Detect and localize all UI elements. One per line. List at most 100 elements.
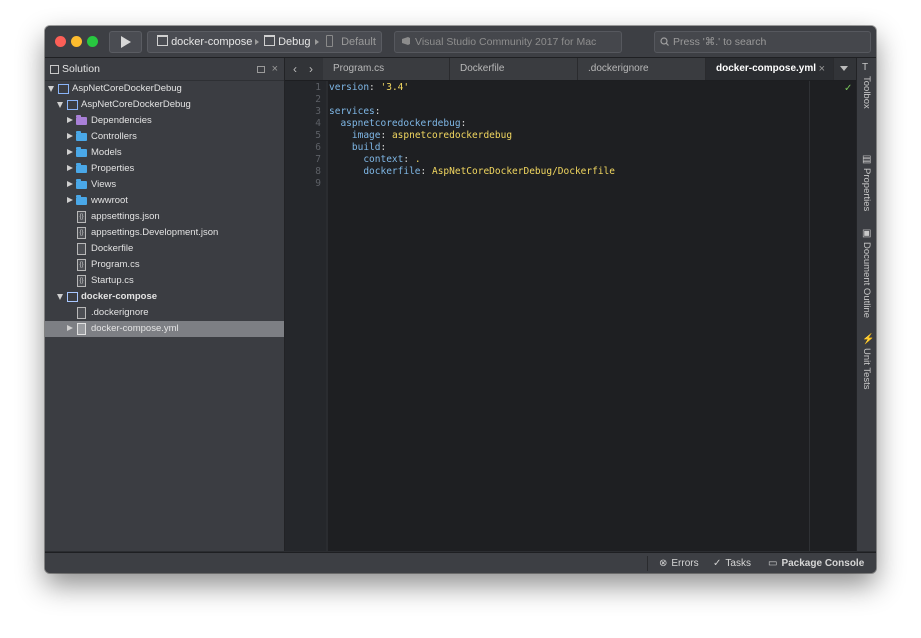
project-icon	[67, 100, 78, 110]
bottom-status-bar: ⊗ Errors ✓ Tasks ▭ Package Console	[45, 552, 876, 573]
yaml-separator: :	[403, 154, 415, 165]
tree-item-appsettings[interactable]: {} appsettings.json	[45, 209, 284, 225]
tree-item-label: Dockerfile	[91, 243, 134, 254]
tree-item-models[interactable]: Models	[45, 145, 284, 161]
yaml-separator: :	[420, 166, 432, 177]
tab-dockerignore[interactable]: .dockerignore	[578, 58, 706, 80]
tree-item-project[interactable]: AspNetCoreDockerDebug	[45, 97, 284, 113]
search-input[interactable]: Press '⌘.' to search	[654, 31, 871, 53]
editor-tab-bar: ‹ › Program.cs Dockerfile .dockerignore …	[285, 58, 856, 81]
yaml-key: dockerfile	[329, 166, 421, 177]
tab-label: Program.cs	[333, 63, 385, 74]
unit-tests-pad-tab[interactable]: ⚡ Unit Tests	[857, 334, 876, 394]
line-number: 8	[315, 166, 321, 177]
tree-item-label: Properties	[91, 163, 135, 174]
code-line: 9	[285, 178, 855, 190]
toolbox-pad-tab[interactable]: T Toolbox	[857, 62, 876, 122]
tree-item-docker-compose-project[interactable]: docker-compose	[45, 289, 284, 305]
tree-item-dockerignore[interactable]: .dockerignore	[45, 305, 284, 321]
navigate-forward-icon[interactable]: ›	[303, 58, 319, 80]
line-number: 1	[315, 82, 321, 93]
package-console-label: Package Console	[781, 558, 865, 569]
tasks-label: Tasks	[725, 558, 751, 569]
tree-item-label: AspNetCoreDockerDebug	[81, 99, 191, 110]
disclosure-right-icon[interactable]	[67, 117, 73, 123]
pad-close-icon[interactable]: ×	[272, 58, 278, 80]
status-bar-box: Visual Studio Community 2017 for Mac	[394, 31, 622, 53]
tasks-pad-button[interactable]: ✓ Tasks	[713, 553, 751, 573]
zoom-window-button[interactable]	[87, 36, 98, 47]
yaml-key: image	[329, 130, 381, 141]
disclosure-right-icon[interactable]	[67, 325, 73, 331]
disclosure-right-icon[interactable]	[67, 165, 73, 171]
yaml-separator: :	[374, 106, 381, 117]
run-button[interactable]	[109, 31, 142, 53]
tree-item-label: docker-compose	[81, 291, 158, 302]
navigate-back-icon[interactable]: ‹	[287, 58, 303, 80]
window-icon	[264, 35, 275, 46]
code-line: 6 build:	[285, 142, 855, 154]
cs-file-icon: {}	[77, 275, 86, 287]
tab-program-cs[interactable]: Program.cs	[323, 58, 450, 80]
tab-dockerfile[interactable]: Dockerfile	[450, 58, 578, 80]
console-icon: ▭	[768, 558, 778, 569]
config-device[interactable]: Default	[326, 32, 376, 52]
line-number: 4	[315, 118, 321, 129]
disclosure-right-icon[interactable]	[67, 149, 73, 155]
close-tab-icon[interactable]: ×	[819, 58, 825, 80]
document-outline-pad-tab[interactable]: ▣ Document Outline	[857, 228, 876, 323]
errors-pad-button[interactable]: ⊗ Errors	[659, 553, 699, 573]
config-mode-label: Debug	[278, 36, 311, 48]
tab-label: Dockerfile	[460, 63, 505, 74]
tree-item-label: Startup.cs	[91, 275, 134, 286]
properties-pad-tab[interactable]: ▤ Properties	[857, 154, 876, 214]
minimize-window-button[interactable]	[71, 36, 82, 47]
tree-item-solution[interactable]: AspNetCoreDockerDebug	[45, 81, 284, 97]
code-editor[interactable]: ✓ 1 version: '3.4' 2 3 services: 4 aspne…	[285, 81, 856, 551]
error-icon: ⊗	[659, 558, 668, 569]
package-console-button[interactable]: ▭ Package Console	[768, 553, 864, 573]
tab-docker-compose-yml[interactable]: docker-compose.yml ×	[706, 58, 834, 80]
tree-item-label: wwwroot	[91, 195, 128, 206]
visual-studio-icon	[402, 37, 410, 45]
pad-minimize-icon[interactable]	[257, 66, 265, 73]
run-configuration-selector[interactable]: docker-compose Debug Default	[147, 31, 382, 53]
tree-item-dockerfile[interactable]: Dockerfile	[45, 241, 284, 257]
disclosure-right-icon[interactable]	[67, 181, 73, 187]
tree-item-program-cs[interactable]: {} Program.cs	[45, 257, 284, 273]
toolbox-pad-label: Toolbox	[861, 76, 872, 109]
tab-label: .dockerignore	[588, 63, 649, 74]
tree-item-label: Program.cs	[91, 259, 140, 270]
tab-overflow-chevron-down-icon[interactable]	[840, 66, 848, 71]
config-device-label: Default	[341, 36, 376, 48]
tree-item-views[interactable]: Views	[45, 177, 284, 193]
yaml-value: .	[414, 154, 421, 165]
tree-item-properties[interactable]: Properties	[45, 161, 284, 177]
tree-item-appsettings-development[interactable]: {} appsettings.Development.json	[45, 225, 284, 241]
yaml-value: AspNetCoreDockerDebug/Dockerfile	[431, 166, 615, 177]
code-line: 2	[285, 94, 855, 106]
close-window-button[interactable]	[55, 36, 66, 47]
disclosure-right-icon[interactable]	[67, 133, 73, 139]
config-mode[interactable]: Debug	[264, 32, 310, 52]
code-line: 4 aspnetcoredockerdebug:	[285, 118, 855, 130]
play-icon	[121, 36, 131, 48]
disclosure-right-icon[interactable]	[67, 197, 73, 203]
config-project[interactable]: docker-compose	[157, 32, 252, 52]
disclosure-down-icon[interactable]	[48, 86, 54, 92]
tree-item-wwwroot[interactable]: wwwroot	[45, 193, 284, 209]
tree-item-label: Dependencies	[91, 115, 152, 126]
yaml-key: build	[329, 142, 381, 153]
tree-item-controllers[interactable]: Controllers	[45, 129, 284, 145]
tree-item-startup-cs[interactable]: {} Startup.cs	[45, 273, 284, 289]
solution-pad: Solution × AspNetCoreDockerDebug AspNetC…	[45, 58, 285, 551]
tree-item-docker-compose-yml[interactable]: docker-compose.yml	[45, 321, 284, 337]
tree-item-dependencies[interactable]: Dependencies	[45, 113, 284, 129]
disclosure-down-icon[interactable]	[57, 102, 63, 108]
yaml-key: aspnetcoredockerdebug	[329, 118, 461, 129]
yaml-value: '3.4'	[380, 82, 410, 93]
folder-icon	[76, 163, 87, 173]
search-placeholder: Press '⌘.' to search	[673, 36, 767, 48]
solution-pad-title: Solution	[62, 63, 100, 75]
disclosure-down-icon[interactable]	[57, 294, 63, 300]
